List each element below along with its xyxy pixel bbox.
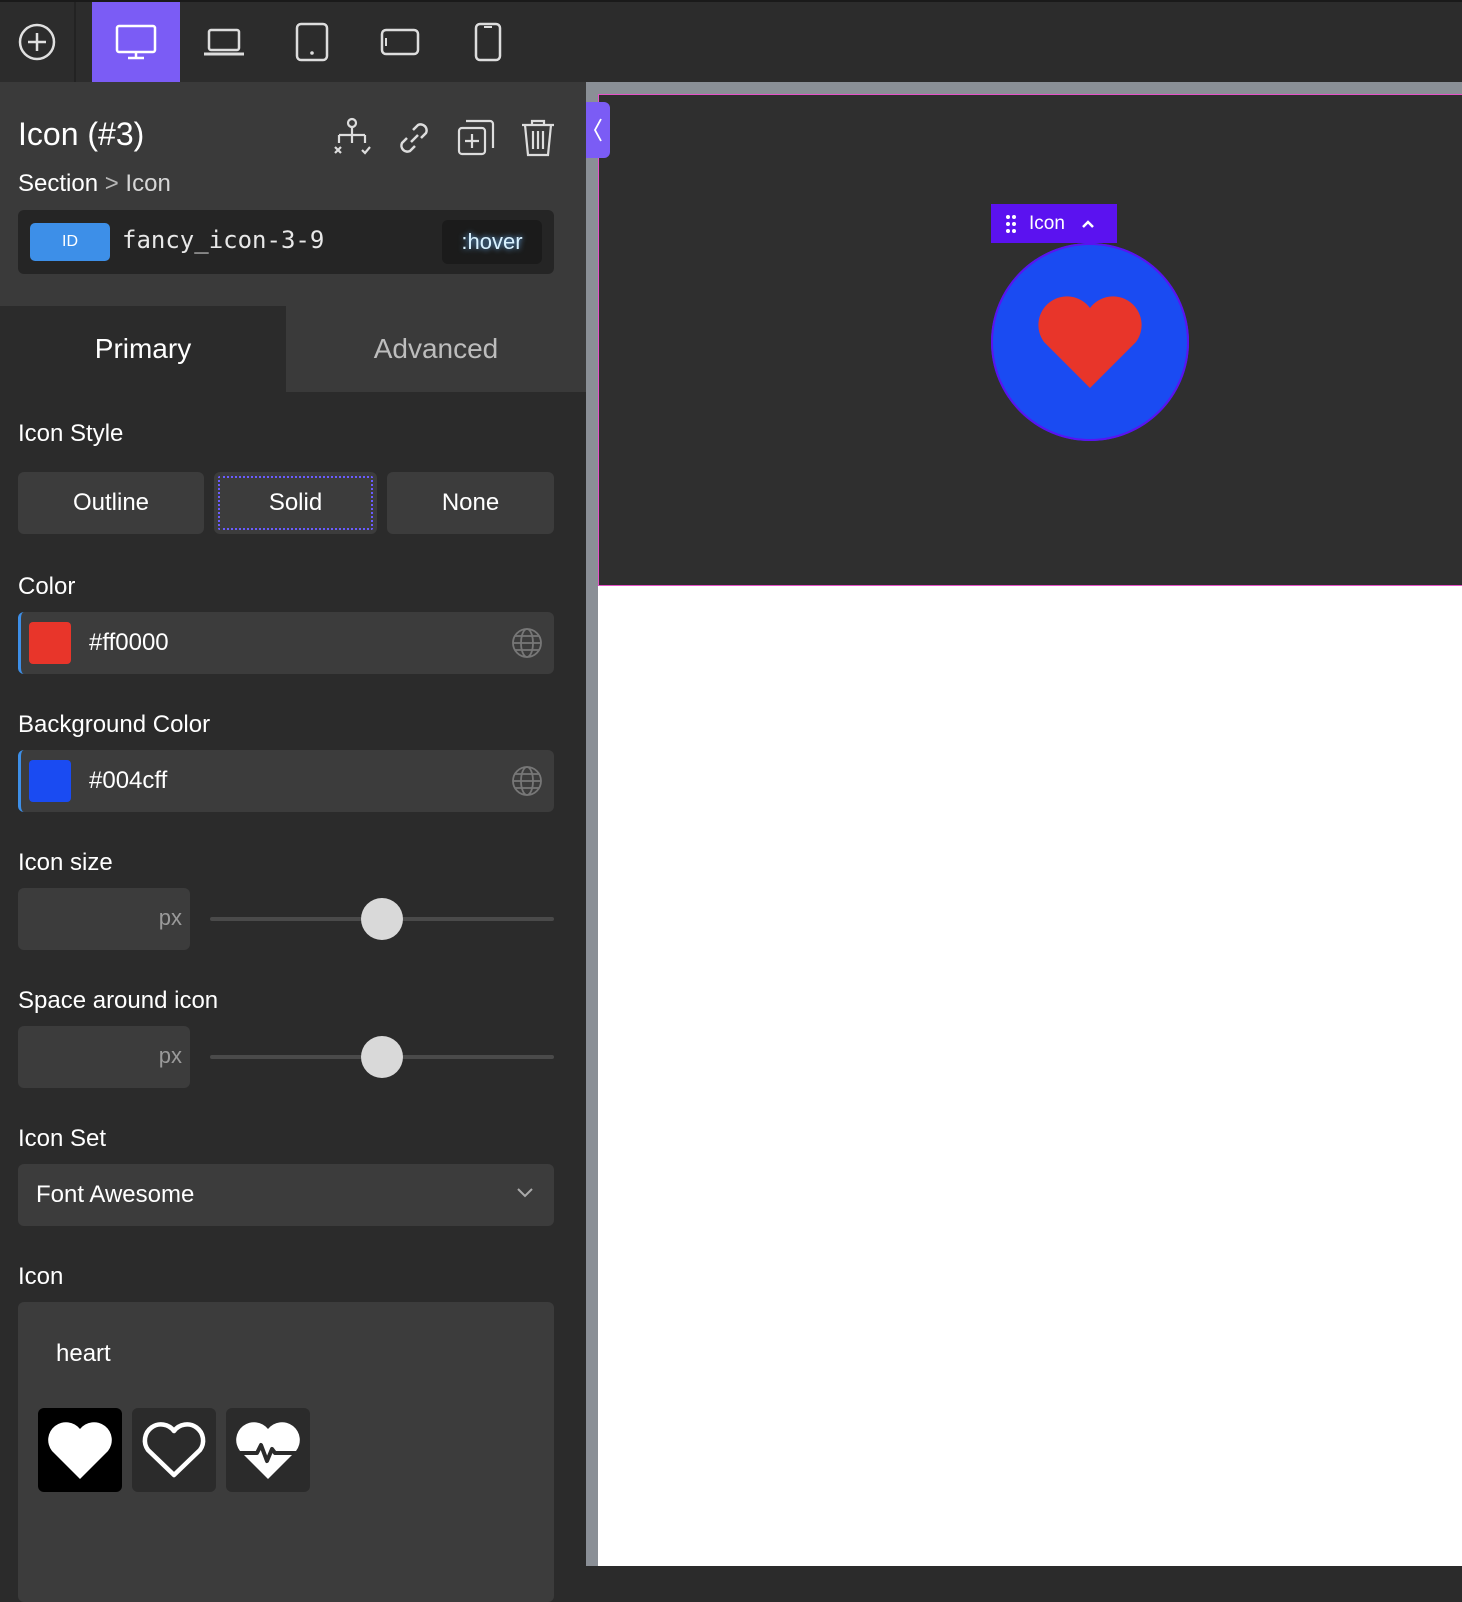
drag-handle-icon[interactable] [1005, 214, 1017, 234]
link-button[interactable] [392, 116, 436, 160]
add-element-button[interactable] [0, 2, 74, 82]
id-badge[interactable]: ID [30, 223, 110, 261]
delete-button[interactable] [516, 116, 560, 160]
chevron-left-icon [593, 117, 603, 143]
tab-advanced[interactable]: Advanced [286, 306, 586, 392]
collapse-panel-button[interactable] [586, 102, 610, 158]
device-desktop-button[interactable] [92, 2, 180, 82]
hover-state-button[interactable]: :hover [442, 220, 542, 264]
icon-label: Icon [18, 1263, 64, 1290]
color-field[interactable]: #ff0000 [18, 612, 554, 674]
icon-set-value: Font Awesome [36, 1181, 195, 1208]
breadcrumb-separator: > [104, 170, 119, 197]
background-color-label: Background Color [18, 711, 211, 738]
globe-icon[interactable] [510, 626, 544, 660]
device-phone-button[interactable] [444, 2, 532, 82]
style-none-button[interactable]: None [387, 472, 554, 534]
icon-option-heartbeat[interactable] [226, 1408, 310, 1492]
element-actions [330, 116, 560, 160]
trash-icon [517, 117, 559, 159]
space-around-label: Space around icon [18, 987, 219, 1014]
tablet-icon [295, 22, 329, 62]
icon-size-slider-thumb[interactable] [361, 898, 403, 940]
duplicate-icon [455, 117, 497, 159]
breadcrumb: Section > Icon [18, 170, 171, 198]
device-laptop-button[interactable] [180, 2, 268, 82]
color-swatch[interactable] [29, 622, 71, 664]
style-solid-button[interactable]: Solid [214, 472, 377, 534]
plus-circle-icon [18, 23, 56, 61]
breadcrumb-current: Icon [125, 170, 171, 197]
hierarchy-icon [331, 117, 373, 159]
canvas-icon-element[interactable] [991, 243, 1189, 441]
laptop-icon [202, 25, 246, 59]
phone-icon [473, 22, 503, 62]
properties-panel: Icon (#3) Section > Icon ID fancy_icon-3… [0, 82, 586, 1602]
icon-style-label: Icon Style [18, 420, 124, 447]
monitor-icon [114, 23, 158, 61]
style-outline-button[interactable]: Outline [18, 472, 204, 534]
icon-set-select[interactable]: Font Awesome [18, 1164, 554, 1226]
heart-solid-icon [45, 1419, 115, 1481]
tablet-landscape-icon [380, 27, 420, 57]
breadcrumb-section[interactable]: Section [18, 170, 98, 197]
heart-icon [1034, 294, 1146, 390]
link-icon [393, 117, 435, 159]
tab-primary[interactable]: Primary [0, 306, 286, 392]
element-id-field: ID fancy_icon-3-9 :hover [18, 210, 554, 274]
chevron-up-icon[interactable] [1081, 219, 1095, 229]
icon-size-unit: px [158, 905, 182, 930]
duplicate-button[interactable] [454, 116, 498, 160]
element-title: Icon (#3) [18, 116, 145, 152]
top-toolbar [0, 0, 1462, 82]
device-tablet-button[interactable] [268, 2, 356, 82]
chevron-down-icon [516, 1186, 534, 1198]
background-color-swatch[interactable] [29, 760, 71, 802]
toolbar-divider [74, 2, 76, 82]
color-value[interactable]: #ff0000 [89, 629, 169, 657]
background-color-field[interactable]: #004cff [18, 750, 554, 812]
id-value[interactable]: fancy_icon-3-9 [122, 226, 324, 254]
icon-search-input[interactable]: heart [56, 1340, 111, 1368]
space-around-unit: px [158, 1043, 182, 1068]
icon-picker: heart [18, 1302, 554, 1602]
device-tablet-landscape-button[interactable] [356, 2, 444, 82]
background-color-value[interactable]: #004cff [89, 767, 167, 795]
icon-option-heart-outline[interactable] [132, 1408, 216, 1492]
panel-tabs: Primary Advanced [0, 306, 586, 392]
icon-set-label: Icon Set [18, 1125, 107, 1152]
heartbeat-icon [233, 1419, 303, 1481]
selected-element-label[interactable]: Icon [991, 204, 1117, 243]
icon-size-input[interactable]: px [18, 888, 190, 950]
space-around-slider-thumb[interactable] [361, 1036, 403, 1078]
panel-header: Icon (#3) Section > Icon ID fancy_icon-3… [0, 82, 586, 306]
structure-button[interactable] [330, 116, 374, 160]
heart-outline-icon [139, 1419, 209, 1481]
space-around-input[interactable]: px [18, 1026, 190, 1088]
globe-icon[interactable] [510, 764, 544, 798]
color-label: Color [18, 573, 76, 600]
selected-element-name: Icon [1029, 212, 1065, 234]
icon-size-label: Icon size [18, 849, 113, 876]
icon-option-heart[interactable] [38, 1408, 122, 1492]
